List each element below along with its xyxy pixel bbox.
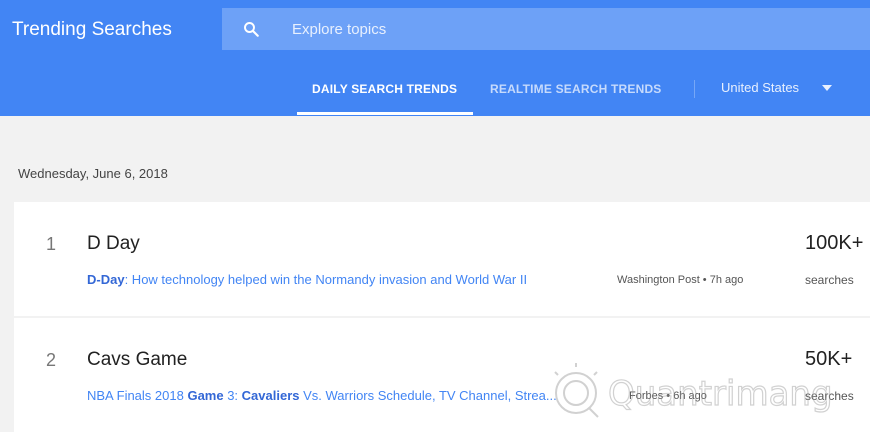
top-app-bar: Trending Searches DAILY SEARCH TRENDS RE… <box>0 0 870 116</box>
country-select[interactable]: United States <box>721 80 799 95</box>
tab-realtime-search-trends[interactable]: REALTIME SEARCH TRENDS <box>490 82 662 96</box>
article-link-segment: D-Day <box>87 272 125 287</box>
article-link[interactable]: NBA Finals 2018 Game 3: Cavaliers Vs. Wa… <box>87 388 557 403</box>
tab-divider <box>694 80 695 98</box>
watermark-logo: Quantrimang <box>554 363 833 418</box>
trend-card[interactable]: 1 D Day D-Day: How technology helped win… <box>14 202 870 316</box>
app-title[interactable]: Trending Searches <box>12 19 172 41</box>
trend-rank: 2 <box>46 350 57 370</box>
article-link-segment: Vs. Warriors Schedule, TV Channel, Strea… <box>299 388 557 403</box>
date-heading: Wednesday, June 6, 2018 <box>18 166 168 181</box>
trend-rank: 1 <box>46 234 57 254</box>
search-count: 100K+ <box>805 232 864 254</box>
article-link[interactable]: D-Day: How technology helped win the Nor… <box>87 272 527 287</box>
tab-daily-search-trends[interactable]: DAILY SEARCH TRENDS <box>312 82 457 96</box>
article-link-segment: 3: <box>223 388 242 403</box>
dropdown-arrow-icon[interactable] <box>822 85 832 91</box>
trend-title[interactable]: Cavs Game <box>87 349 187 371</box>
search-input[interactable] <box>292 8 852 50</box>
article-link-segment: : How technology helped win the Normandy… <box>124 272 528 287</box>
article-link-segment: NBA Finals 2018 <box>87 388 188 403</box>
article-link-segment: Cavaliers <box>241 388 300 403</box>
search-icon[interactable] <box>242 20 260 38</box>
search-count-label: searches <box>805 273 854 287</box>
watermark-text: Quantrimang <box>608 374 833 414</box>
trend-title[interactable]: D Day <box>87 233 140 255</box>
article-source: Washington Post • 7h ago <box>617 274 744 286</box>
active-tab-indicator <box>297 112 473 115</box>
search-bar[interactable] <box>222 8 870 50</box>
article-link-segment: Game <box>187 388 224 403</box>
